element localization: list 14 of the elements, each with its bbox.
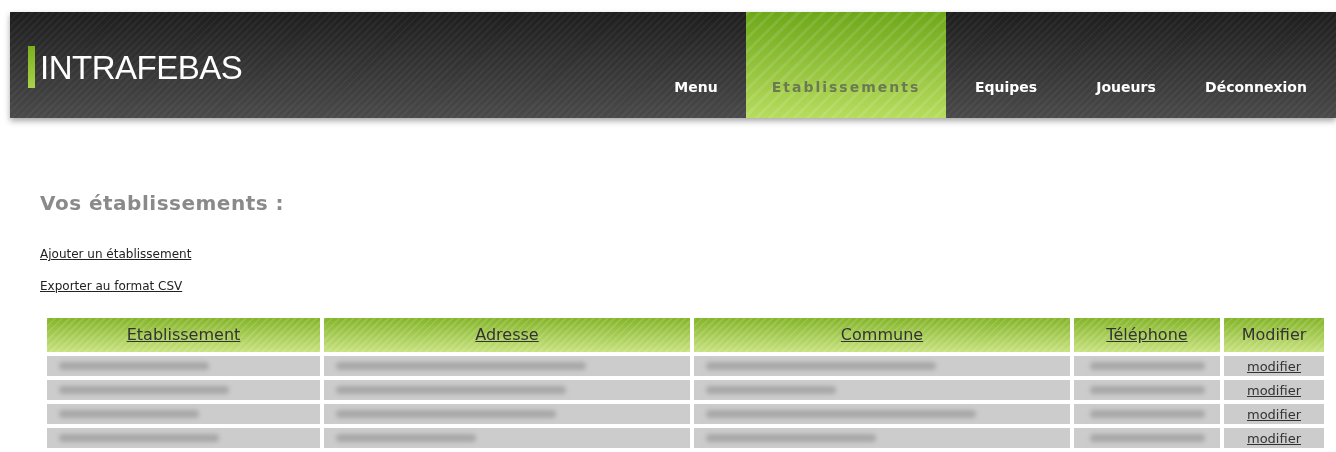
column-header[interactable]: Adresse [324,318,690,352]
column-header[interactable]: Commune [694,318,1070,352]
page-title: Vos établissements : [40,190,286,217]
nav-tab[interactable]: Joueurs [1066,12,1186,118]
nav-tab[interactable]: Equipes [946,12,1066,118]
nav-tab[interactable]: Déconnexion [1186,12,1326,118]
logo-accent [28,46,35,88]
text-link[interactable]: Ajouter un établissement [40,248,192,260]
column-header[interactable]: Etablissement [47,318,320,352]
nav-tab[interactable]: Menu [646,12,746,118]
logo-text: INTRAFEBAS [40,50,243,84]
column-header: Modifier [1224,318,1324,352]
text-link[interactable]: Exporter au format CSV [40,280,183,292]
column-header[interactable]: Téléphone [1074,318,1220,352]
